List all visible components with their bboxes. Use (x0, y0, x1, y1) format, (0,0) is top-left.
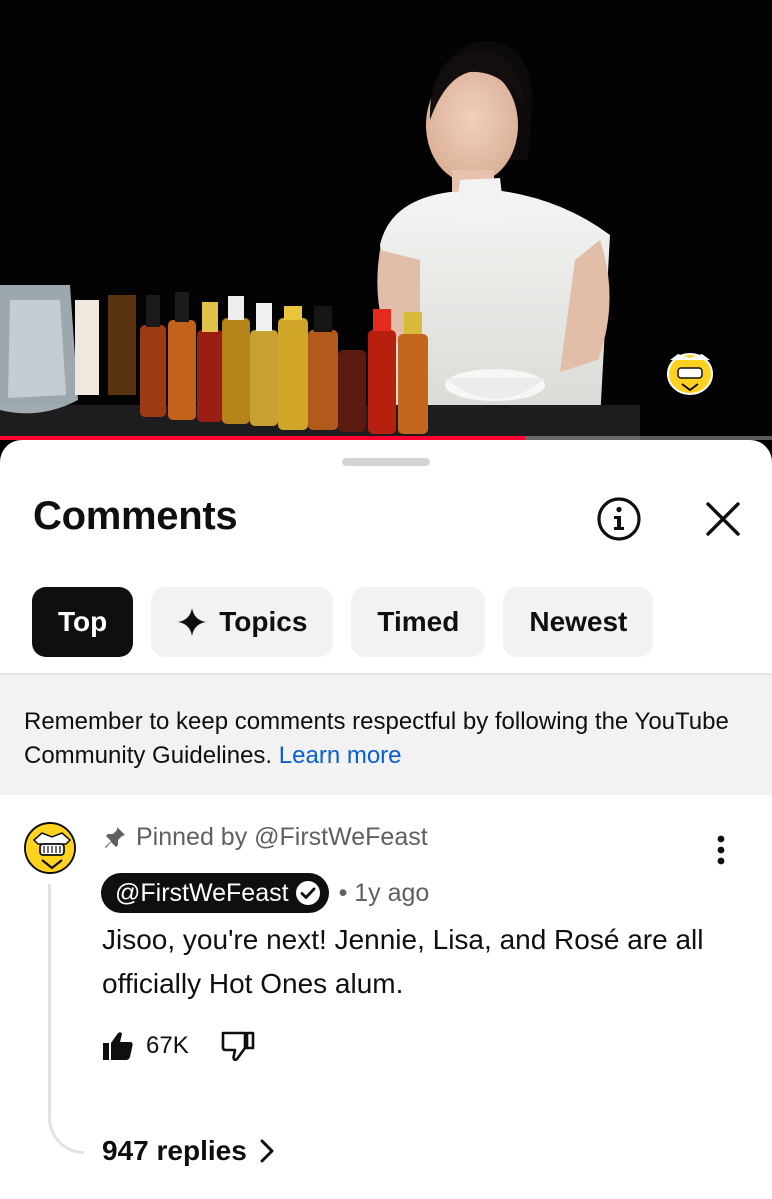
sheet-title: Comments (33, 494, 238, 538)
sauce-bottles (140, 292, 428, 434)
chip-label: Timed (377, 606, 460, 637)
channel-logo-watermark (667, 353, 713, 395)
close-button[interactable] (696, 492, 750, 546)
info-button[interactable] (592, 492, 646, 546)
comment-more-button[interactable] (706, 830, 736, 870)
replies-count: 947 replies (102, 1135, 247, 1166)
sparkle-icon (177, 607, 207, 637)
chip-topics[interactable]: Topics (151, 587, 334, 657)
community-guidelines-notice: Remember to keep comments respectful by … (0, 675, 772, 795)
comment-body: Jisoo, you're next! Jennie, Lisa, and Ro… (102, 924, 704, 999)
more-vert-icon (717, 835, 725, 865)
thumbs-up-icon (103, 1032, 133, 1060)
dislike-button[interactable] (221, 1030, 255, 1062)
chip-label: Topics (219, 606, 308, 637)
comment-timestamp: • 1y ago (338, 878, 430, 907)
view-replies-button[interactable]: 947 replies (102, 1135, 275, 1167)
author-handle: @FirstWeFeast (115, 878, 289, 907)
timestamp-text: 1y ago (354, 878, 430, 907)
like-button[interactable]: 67K (102, 1031, 189, 1061)
learn-more-link[interactable]: Learn more (279, 742, 402, 769)
chevron-right-icon (259, 1138, 275, 1164)
author-chip[interactable]: @FirstWeFeast (101, 873, 329, 913)
pinned-text: Pinned by @FirstWeFeast (136, 823, 428, 851)
like-count: 67K (146, 1032, 189, 1059)
video-frame (0, 0, 772, 440)
video-player[interactable] (0, 0, 772, 440)
thumbs-down-icon (221, 1031, 255, 1062)
chip-label: Top (58, 606, 108, 637)
close-icon (706, 502, 740, 536)
verified-check-icon (295, 880, 321, 906)
chip-top[interactable]: Top (32, 587, 134, 657)
avatar[interactable] (24, 822, 76, 874)
info-icon (597, 497, 641, 541)
comment-actions: 67K (102, 1030, 255, 1062)
filter-chips: Top Topics Timed Newest (32, 587, 654, 657)
chip-label: Newest (529, 606, 628, 637)
pin-icon (104, 826, 126, 850)
pinned-label: Pinned by @FirstWeFeast (104, 823, 428, 852)
first-we-feast-logo (26, 824, 74, 872)
drag-handle[interactable] (342, 458, 430, 466)
thread-line (48, 884, 84, 1154)
comment-author-row: @FirstWeFeast • 1y ago (101, 873, 429, 913)
comments-sheet: Comments Top Topics Timed Newest Remembe… (0, 440, 772, 1199)
chip-newest[interactable]: Newest (503, 587, 654, 657)
chip-timed[interactable]: Timed (351, 587, 486, 657)
